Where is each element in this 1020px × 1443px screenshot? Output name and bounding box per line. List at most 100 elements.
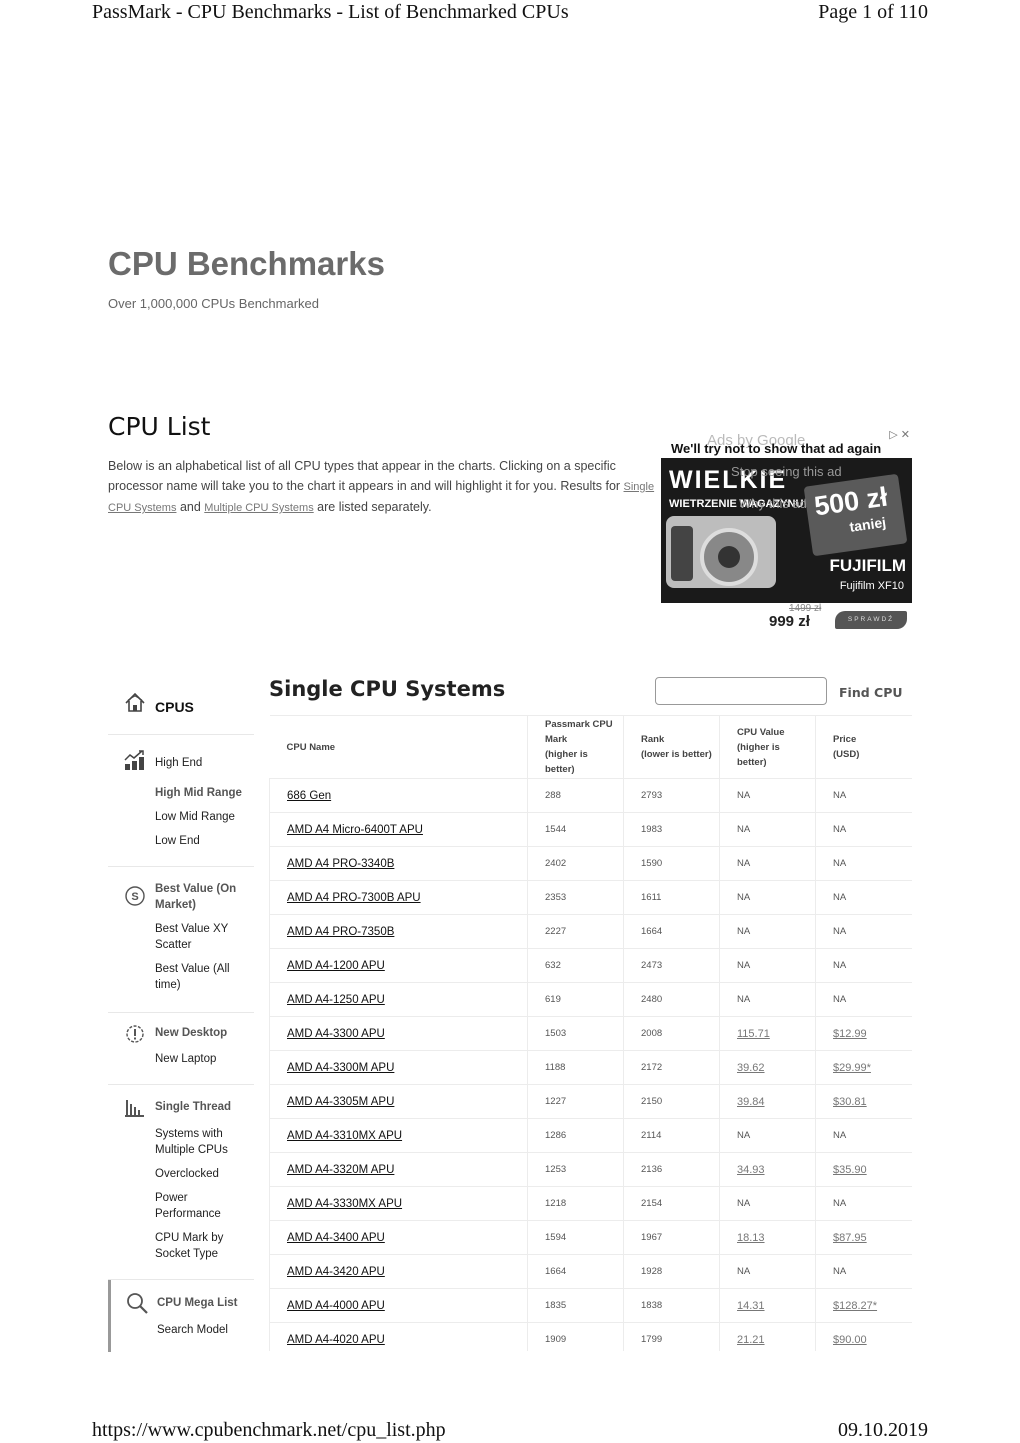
table-row[interactable]: AMD A4-3300 APU 1503 2008 115.71 $12.99 [269, 1016, 912, 1051]
cpu-name-link[interactable]: AMD A4-3400 APU [287, 1232, 385, 1244]
table-row[interactable]: AMD A4 PRO-7350B 2227 1664 NA NA [269, 914, 912, 949]
cpu-name-link[interactable]: AMD A4-3320M APU [287, 1164, 394, 1176]
rank-cell: 1590 [623, 846, 720, 881]
cpu-value-link[interactable]: 18.13 [737, 1232, 765, 1244]
adchoices-icon[interactable]: ▷ [889, 429, 897, 441]
close-icon[interactable]: ✕ [901, 429, 910, 441]
table-row[interactable]: AMD A4-3305M APU 1227 2150 39.84 $30.81 [269, 1084, 912, 1119]
table-row[interactable]: AMD A4-3300M APU 1188 2172 39.62 $29.99* [269, 1050, 912, 1085]
column-header-rank[interactable]: Rank (lower is better) [623, 715, 720, 779]
cpu-value-cell: NA [719, 778, 816, 813]
column-header-cpu-mark[interactable]: Passmark CPU Mark (higher is better) [527, 715, 624, 779]
table-row[interactable]: AMD A4-3420 APU 1664 1928 NA NA [269, 1254, 912, 1289]
site-title[interactable]: CPU Benchmarks [108, 245, 385, 283]
cpu-name-link[interactable]: AMD A4-3300M APU [287, 1062, 394, 1074]
table-row[interactable]: AMD A4-1200 APU 632 2473 NA NA [269, 948, 912, 983]
price-link[interactable]: $12.99 [833, 1028, 867, 1040]
table-row[interactable]: AMD A4-4000 APU 1835 1838 14.31 $128.27* [269, 1288, 912, 1323]
sidebar-item-power-performance[interactable]: Power Performance [155, 1190, 235, 1222]
cpu-name-link[interactable]: 686 Gen [287, 790, 331, 802]
sidebar-item-low-end[interactable]: Low End [155, 833, 200, 849]
table-row[interactable]: AMD A4-3320M APU 1253 2136 34.93 $35.90 [269, 1152, 912, 1187]
sidebar-item-cpus[interactable]: CPUS [155, 699, 194, 715]
table-row[interactable]: AMD A4 Micro-6400T APU 1544 1983 NA NA [269, 812, 912, 847]
sidebar-item-low-mid-range[interactable]: Low Mid Range [155, 809, 235, 825]
price-link[interactable]: $90.00 [833, 1334, 867, 1346]
cpu-value-cell: NA [719, 982, 816, 1017]
cpu-value-link[interactable]: 34.93 [737, 1164, 765, 1176]
column-header-line: (lower is better) [641, 749, 712, 760]
price-cell: NA [815, 1254, 912, 1289]
cpu-name-link[interactable]: AMD A4-3330MX APU [287, 1198, 402, 1210]
cpu-mark-cell: 619 [527, 982, 624, 1017]
find-cpu-button[interactable]: Find CPU [839, 685, 903, 700]
table-row[interactable]: AMD A4-3330MX APU 1218 2154 NA NA [269, 1186, 912, 1221]
cpu-name-link[interactable]: AMD A4-4000 APU [287, 1300, 385, 1312]
column-header-cpu-value[interactable]: CPU Value (higher is better) [719, 715, 816, 779]
ad-new-price: 999 zł [769, 613, 810, 630]
cpu-name-link[interactable]: AMD A4-3420 APU [287, 1266, 385, 1278]
cpu-value-cell: NA [719, 914, 816, 949]
cpu-value-link[interactable]: 39.84 [737, 1096, 765, 1108]
price-link[interactable]: $30.81 [833, 1096, 867, 1108]
ad-banner[interactable]: WIELKIE WIETRZENIE MAGAZYNU! Stop seeing… [661, 458, 912, 603]
cpu-name-cell: AMD A4-4000 APU [269, 1288, 528, 1323]
cpu-list-description: Below is an alphabetical list of all CPU… [108, 456, 663, 518]
cpu-value-link[interactable]: 115.71 [737, 1028, 770, 1040]
cpu-name-link[interactable]: AMD A4-1200 APU [287, 960, 385, 972]
sidebar-item-cpu-mega-list[interactable]: CPU Mega List [157, 1295, 238, 1311]
table-row[interactable]: AMD A4 PRO-3340B 2402 1590 NA NA [269, 846, 912, 881]
cpu-name-link[interactable]: AMD A4-3300 APU [287, 1028, 385, 1040]
price-cell: $87.95 [815, 1220, 912, 1255]
why-this-ad-link[interactable]: Why this ad? [739, 496, 814, 511]
sidebar-item-single-thread[interactable]: Single Thread [155, 1099, 231, 1115]
cpu-name-link[interactable]: AMD A4-3305M APU [287, 1096, 394, 1108]
cpu-value-link[interactable]: 14.31 [737, 1300, 765, 1312]
sidebar-item-new-laptop[interactable]: New Laptop [155, 1051, 216, 1067]
cpu-name-link[interactable]: AMD A4-3310MX APU [287, 1130, 402, 1142]
table-row[interactable]: AMD A4-1250 APU 619 2480 NA NA [269, 982, 912, 1017]
cpu-name-link[interactable]: AMD A4 PRO-7300B APU [287, 892, 421, 904]
sidebar-item-cpu-mark-by-socket[interactable]: CPU Mark by Socket Type [155, 1230, 235, 1262]
cpu-value-link[interactable]: 39.62 [737, 1062, 765, 1074]
column-header-line: (USD) [833, 749, 860, 760]
multiple-cpu-systems-link[interactable]: Multiple CPU Systems [204, 502, 313, 514]
cpu-table-container[interactable]: CPU Name Passmark CPU Mark (higher is bette… [269, 715, 912, 1351]
sidebar-item-best-value-on-market[interactable]: Best Value (On Market) [155, 881, 250, 913]
stop-seeing-ad-link[interactable]: Stop seeing this ad [731, 464, 842, 479]
price-link[interactable]: $29.99* [833, 1062, 871, 1074]
cpu-name-link[interactable]: AMD A4 Micro-6400T APU [287, 824, 423, 836]
sidebar-item-multiple-cpus[interactable]: Systems with Multiple CPUs [155, 1126, 240, 1158]
sidebar-item-overclocked[interactable]: Overclocked [155, 1166, 219, 1182]
ad-cta-button[interactable]: SPRAWDŹ [835, 611, 907, 629]
advertisement[interactable]: Ads by Google We'll try not to show that… [661, 428, 912, 633]
sidebar-section-new: New Desktop New Laptop [108, 1012, 254, 1085]
cpu-name-link[interactable]: AMD A4 PRO-7350B [287, 926, 394, 938]
find-cpu-input[interactable] [655, 677, 827, 705]
table-row[interactable]: AMD A4-4020 APU 1909 1799 21.21 $90.00 [269, 1322, 912, 1351]
svg-text:S: S [131, 891, 138, 903]
table-row[interactable]: AMD A4 PRO-7300B APU 2353 1611 NA NA [269, 880, 912, 915]
sidebar-item-high-end[interactable]: High End [155, 755, 202, 771]
cpu-name-link[interactable]: AMD A4-1250 APU [287, 994, 385, 1006]
sidebar-section-cpus: CPUS [108, 672, 254, 734]
cpu-value-link[interactable]: 21.21 [737, 1334, 765, 1346]
sidebar-item-high-mid-range[interactable]: High Mid Range [155, 785, 242, 801]
cpu-value-cell: 14.31 [719, 1288, 816, 1323]
rank-cell: 2473 [623, 948, 720, 983]
price-link[interactable]: $128.27* [833, 1300, 877, 1312]
sidebar-item-new-desktop[interactable]: New Desktop [155, 1025, 227, 1041]
sidebar-item-best-value-all-time[interactable]: Best Value (All time) [155, 961, 235, 993]
price-link[interactable]: $35.90 [833, 1164, 867, 1176]
column-header-cpu-name[interactable]: CPU Name [269, 715, 528, 779]
column-header-price[interactable]: Price (USD) [815, 715, 912, 779]
cpu-name-link[interactable]: AMD A4 PRO-3340B [287, 858, 394, 870]
price-cell: NA [815, 778, 912, 813]
cpu-name-link[interactable]: AMD A4-4020 APU [287, 1334, 385, 1346]
table-row[interactable]: AMD A4-3310MX APU 1286 2114 NA NA [269, 1118, 912, 1153]
price-link[interactable]: $87.95 [833, 1232, 867, 1244]
table-row[interactable]: AMD A4-3400 APU 1594 1967 18.13 $87.95 [269, 1220, 912, 1255]
sidebar-item-best-value-xy-scatter[interactable]: Best Value XY Scatter [155, 921, 250, 953]
table-row[interactable]: 686 Gen 288 2793 NA NA [269, 778, 912, 813]
sidebar-item-search-model[interactable]: Search Model [157, 1322, 228, 1338]
